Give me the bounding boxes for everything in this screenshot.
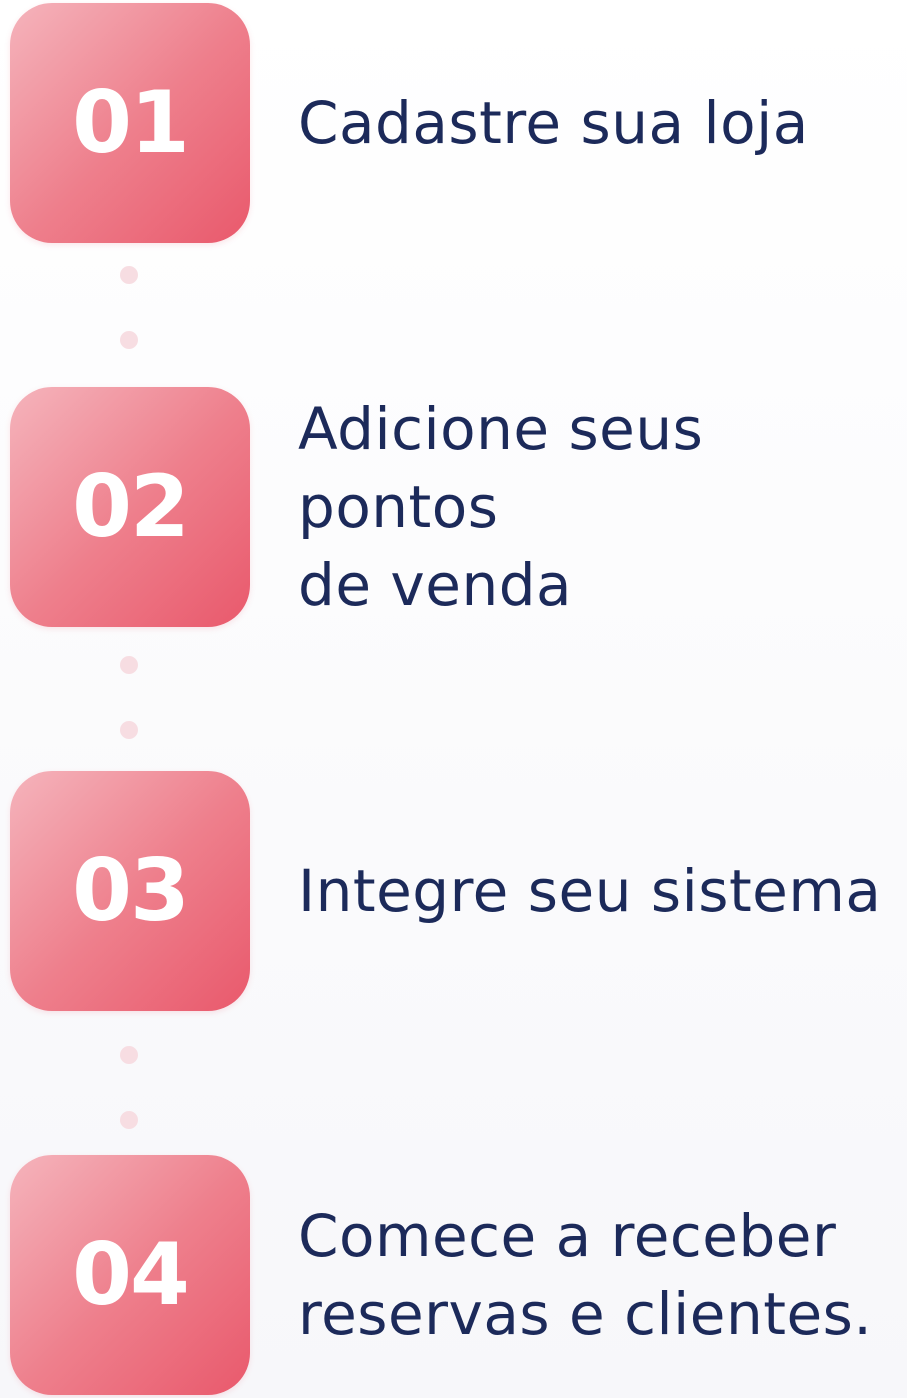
step-1: 01 Cadastre sua loja [10, 3, 907, 243]
step-number-badge: 03 [10, 771, 250, 1011]
connector-dot [120, 266, 138, 284]
step-label: Comece a receber reservas e clientes. [298, 1202, 873, 1348]
step-label: Adicione seus pontos de venda [298, 395, 704, 619]
step-number: 03 [72, 841, 190, 941]
step-number-badge: 02 [10, 387, 250, 627]
steps-list: 01 Cadastre sua loja 02 Adicione seus po… [0, 0, 907, 1398]
connector-dot [120, 656, 138, 674]
step-label: Cadastre sua loja [298, 89, 809, 157]
step-number: 02 [72, 457, 190, 557]
step-number-badge: 01 [10, 3, 250, 243]
step-4: 04 Comece a receber reservas e clientes. [10, 1155, 907, 1395]
step-3: 03 Integre seu sistema [10, 771, 907, 1011]
step-number: 01 [72, 73, 190, 173]
connector-dot [120, 1046, 138, 1064]
step-label: Integre seu sistema [298, 857, 882, 925]
connector-dot [120, 1111, 138, 1129]
step-2: 02 Adicione seus pontos de venda [10, 387, 907, 627]
connector-dot [120, 331, 138, 349]
connector-dot [120, 721, 138, 739]
step-number-badge: 04 [10, 1155, 250, 1395]
step-number: 04 [72, 1225, 190, 1325]
